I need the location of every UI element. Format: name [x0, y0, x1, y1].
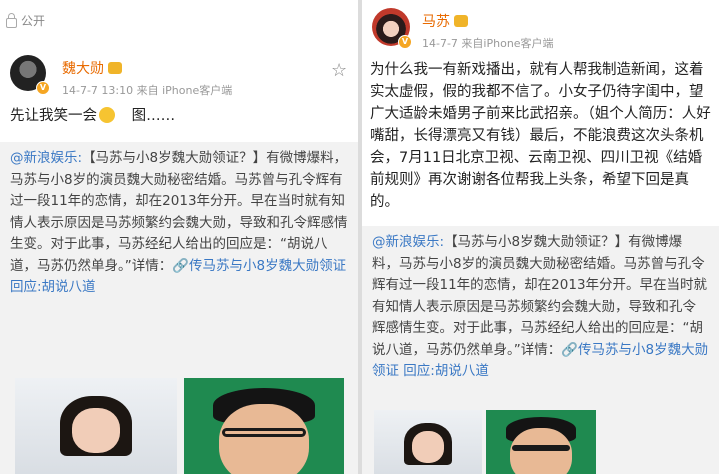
photo-face	[71, 408, 121, 453]
photo-face	[411, 431, 445, 463]
grin-emoji-icon	[99, 107, 115, 123]
verified-badge-icon: V	[36, 81, 50, 95]
username-text: 魏大勋	[62, 61, 104, 77]
photo-glasses	[512, 445, 570, 452]
crown-icon	[108, 62, 122, 74]
star-icon[interactable]: ☆	[331, 60, 347, 81]
post-meta: 14-7-7 来自iPhone客户端	[422, 37, 554, 50]
username[interactable]: 魏大勋	[62, 58, 122, 78]
left-weibo-post: 公开 V 魏大勋 14-7-7 13:10 来自 iPhone客户端 ☆ 先让我…	[0, 0, 358, 474]
repost-photo-2[interactable]	[486, 410, 596, 474]
photo-glasses	[222, 428, 306, 437]
photo-face	[510, 428, 572, 474]
crown-icon	[454, 15, 468, 27]
repost-source-mention[interactable]: @新浪娱乐:	[372, 234, 444, 250]
repost-text: @新浪娱乐:【马苏与小8岁魏大勋领证？】有微博爆料，马苏与小8岁的演员魏大勋秘密…	[0, 142, 358, 299]
lock-icon	[6, 12, 17, 28]
repost-text: @新浪娱乐:【马苏与小8岁魏大勋领证？】有微博爆料，马苏与小8岁的演员魏大勋秘密…	[362, 226, 719, 383]
visibility-label: 公开	[21, 14, 46, 28]
repost-body: 【马苏与小8岁魏大勋领证？】有微博爆料，马苏与小8岁的演员魏大勋秘密结婚。马苏曾…	[10, 150, 348, 274]
username-text: 马苏	[422, 14, 450, 30]
post-text-part1: 先让我笑一会	[10, 108, 97, 124]
post-text: 为什么我一有新戏播出，就有人帮我制造新闻，这着实太虚假，假的我都不信了。小女子仍…	[370, 62, 711, 210]
post-text: 先让我笑一会 图……	[10, 105, 350, 127]
repost-source-mention[interactable]: @新浪娱乐:	[10, 150, 82, 166]
post-meta: 14-7-7 13:10 来自 iPhone客户端	[62, 84, 233, 97]
photo-face	[219, 404, 309, 474]
username[interactable]: 马苏	[422, 11, 468, 31]
verified-badge-icon: V	[398, 35, 412, 49]
visibility-public[interactable]: 公开	[6, 12, 45, 29]
repost-photo-1[interactable]	[374, 410, 482, 474]
right-weibo-post: V 马苏 14-7-7 来自iPhone客户端 为什么我一有新戏播出，就有人帮我…	[362, 0, 719, 474]
repost-card[interactable]: @新浪娱乐:【马苏与小8岁魏大勋领证？】有微博爆料，马苏与小8岁的演员魏大勋秘密…	[0, 142, 358, 474]
repost-photo-1[interactable]	[15, 378, 177, 474]
post-text-part2: 图……	[131, 108, 176, 124]
repost-card[interactable]: @新浪娱乐:【马苏与小8岁魏大勋领证？】有微博爆料，马苏与小8岁的演员魏大勋秘密…	[362, 226, 719, 474]
repost-photo-2[interactable]	[184, 378, 344, 474]
repost-body: 【马苏与小8岁魏大勋领证？】有微博爆料，马苏与小8岁的演员魏大勋秘密结婚。马苏曾…	[372, 234, 708, 358]
